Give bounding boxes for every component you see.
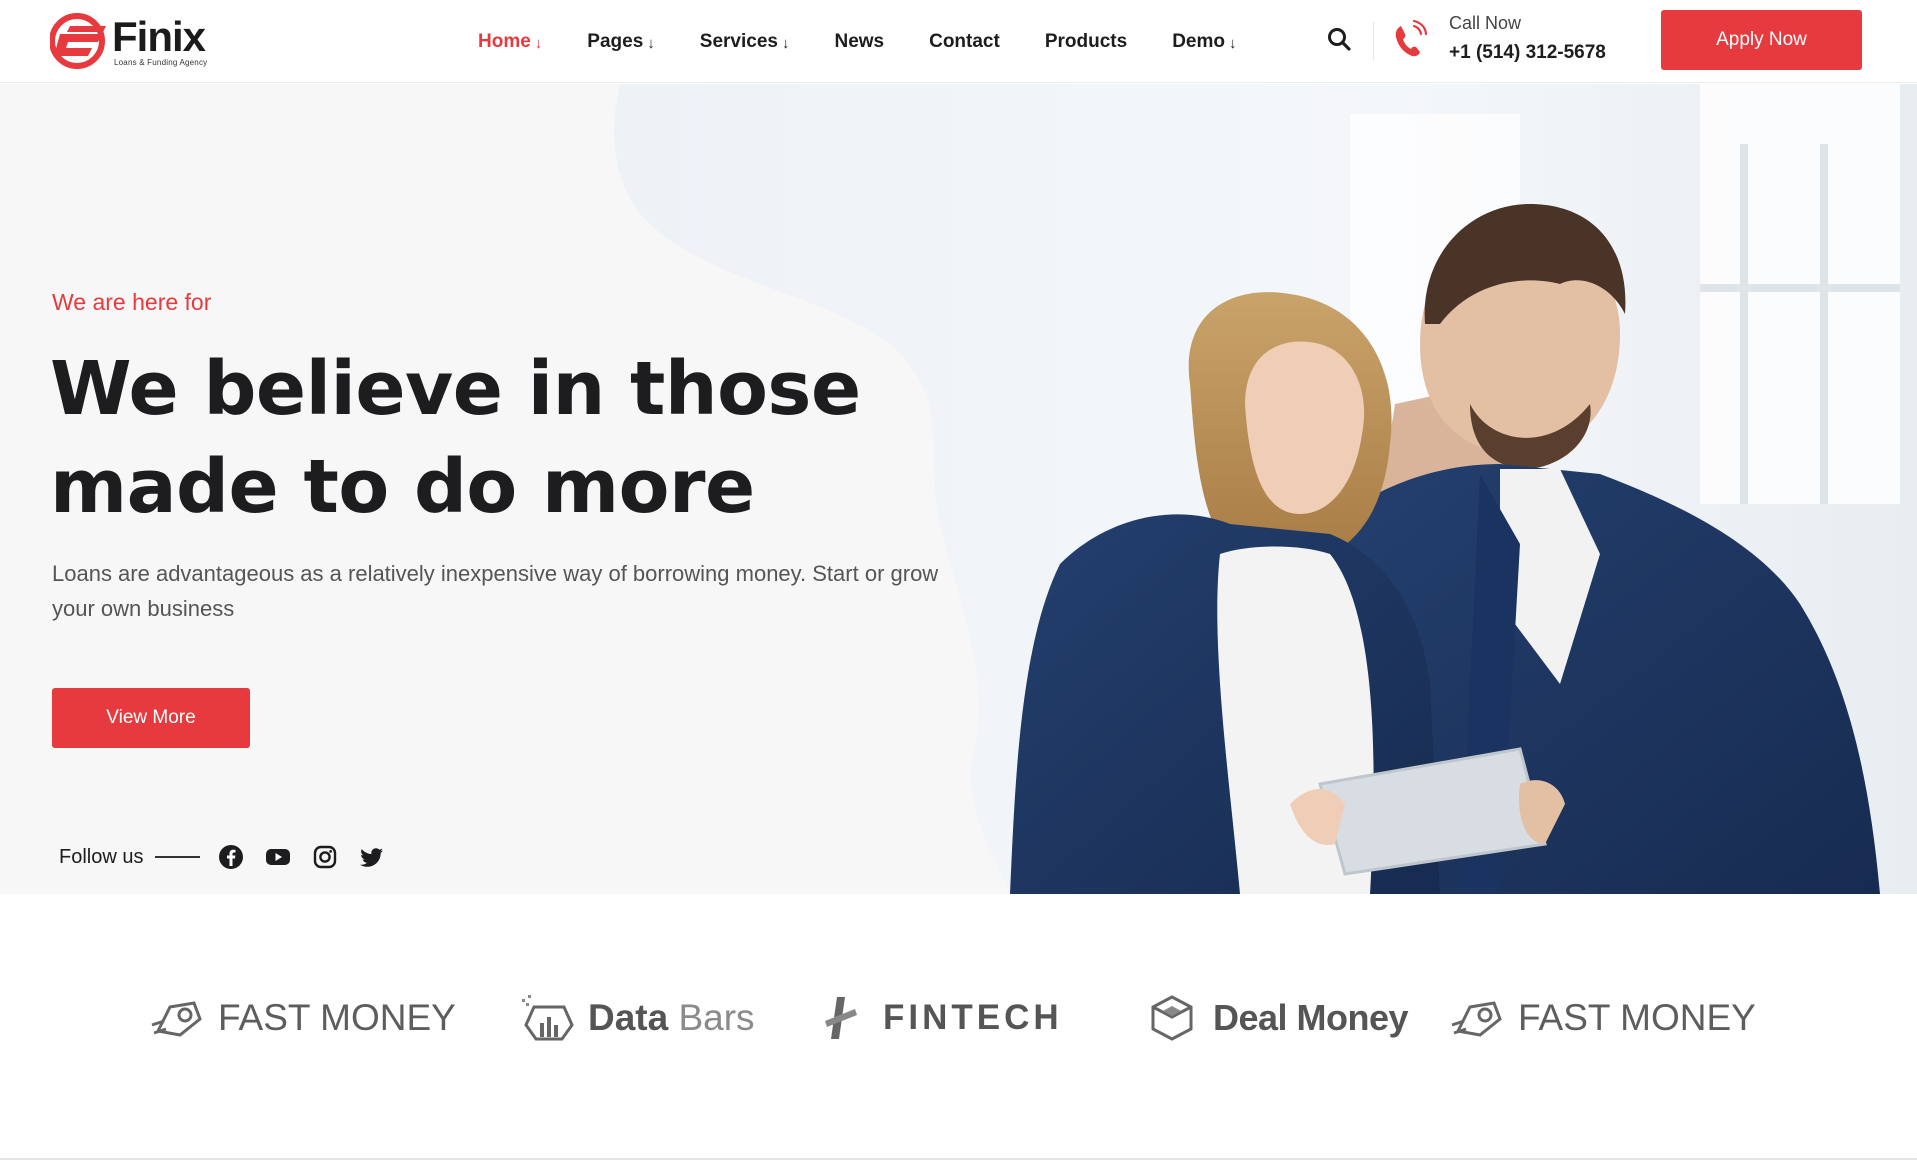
apply-now-button[interactable]: Apply Now: [1661, 10, 1862, 70]
brand-deal-money[interactable]: Deal Money: [1145, 990, 1409, 1046]
phone-ringing-icon: [1395, 20, 1428, 57]
nav-label: Demo: [1172, 30, 1225, 52]
nav-item-pages[interactable]: Pages ↓: [587, 31, 654, 53]
finix-logo-icon: [50, 13, 106, 69]
headline-line-1: We believe in those: [50, 346, 861, 432]
view-more-button[interactable]: View More: [52, 688, 250, 748]
hero-eyebrow: We are here for: [52, 289, 212, 315]
nav-label: Products: [1044, 30, 1128, 52]
nav-label: Home: [478, 30, 531, 52]
nav-label: Contact: [929, 30, 1000, 52]
nav-item-contact[interactable]: Contact: [929, 31, 1000, 53]
follow-us-row: Follow us: [59, 844, 406, 870]
search-icon[interactable]: [1326, 26, 1352, 52]
brand-name: FAST MONEY: [218, 997, 456, 1038]
header-divider: [1373, 22, 1374, 60]
brand-fast-money[interactable]: FAST MONEY: [150, 990, 456, 1046]
data-bars-logo-icon: [522, 995, 574, 1041]
arrow-down-icon: ↓: [781, 35, 790, 52]
brand-name: Deal Money: [1213, 997, 1409, 1038]
hero-headline: We believe in those made to do more: [50, 340, 950, 536]
instagram-icon[interactable]: [312, 844, 338, 870]
headline-line-2: made to do more: [50, 444, 755, 530]
call-now-label: Call Now: [1449, 13, 1522, 33]
logo-wordmark: Finix: [112, 13, 206, 60]
facebook-icon[interactable]: [218, 844, 244, 870]
brand-fast-money-2[interactable]: FAST MONEY: [1450, 990, 1756, 1046]
brand-name-strong: Data: [588, 997, 669, 1038]
fast-money-logo-icon: [151, 1001, 202, 1037]
site-logo[interactable]: Finix Loans & Funding Agency: [50, 12, 230, 70]
nav-label: Services: [699, 30, 778, 52]
nav-item-home[interactable]: Home ↓: [478, 31, 542, 53]
deal-money-logo-icon: [1151, 995, 1193, 1041]
main-nav: Home ↓ Pages ↓ Services ↓ News Contact P…: [478, 0, 1282, 83]
call-phone-number[interactable]: +1 (514) 312-5678: [1449, 42, 1606, 64]
fintech-logo-icon: [825, 997, 857, 1039]
partner-brands-row: FAST MONEY Data Bars FINTECH Deal Money …: [0, 894, 1917, 1160]
site-header: Finix Loans & Funding Agency Home ↓ Page…: [0, 0, 1917, 83]
arrow-down-icon: ↓: [647, 35, 655, 52]
brand-fintech[interactable]: FINTECH: [815, 990, 1063, 1046]
nav-label: Pages: [587, 30, 644, 52]
nav-item-news[interactable]: News: [834, 31, 884, 53]
brand-data-bars[interactable]: Data Bars: [520, 990, 755, 1046]
brand-name: FAST MONEY: [1518, 997, 1756, 1038]
follow-us-label: Follow us: [59, 845, 144, 868]
follow-divider-line: [155, 856, 201, 858]
hero-section: We are here for We believe in those made…: [0, 84, 1917, 894]
arrow-down-icon: ↓: [1229, 35, 1237, 52]
youtube-icon[interactable]: [265, 844, 291, 870]
nav-item-demo[interactable]: Demo ↓: [1172, 31, 1236, 53]
hero-description: Loans are advantageous as a relatively i…: [52, 561, 939, 621]
nav-label: News: [834, 30, 885, 52]
nav-item-products[interactable]: Products: [1045, 31, 1127, 53]
brand-name: Data Bars: [588, 997, 755, 1039]
fast-money-logo-icon: [1451, 1001, 1502, 1037]
twitter-icon[interactable]: [359, 844, 385, 870]
nav-item-services[interactable]: Services ↓: [700, 31, 790, 53]
logo-tagline: Loans & Funding Agency: [114, 58, 208, 67]
brand-name: FINTECH: [883, 998, 1063, 1037]
brand-name-light: Bars: [678, 997, 755, 1038]
arrow-down-icon: ↓: [534, 35, 543, 52]
